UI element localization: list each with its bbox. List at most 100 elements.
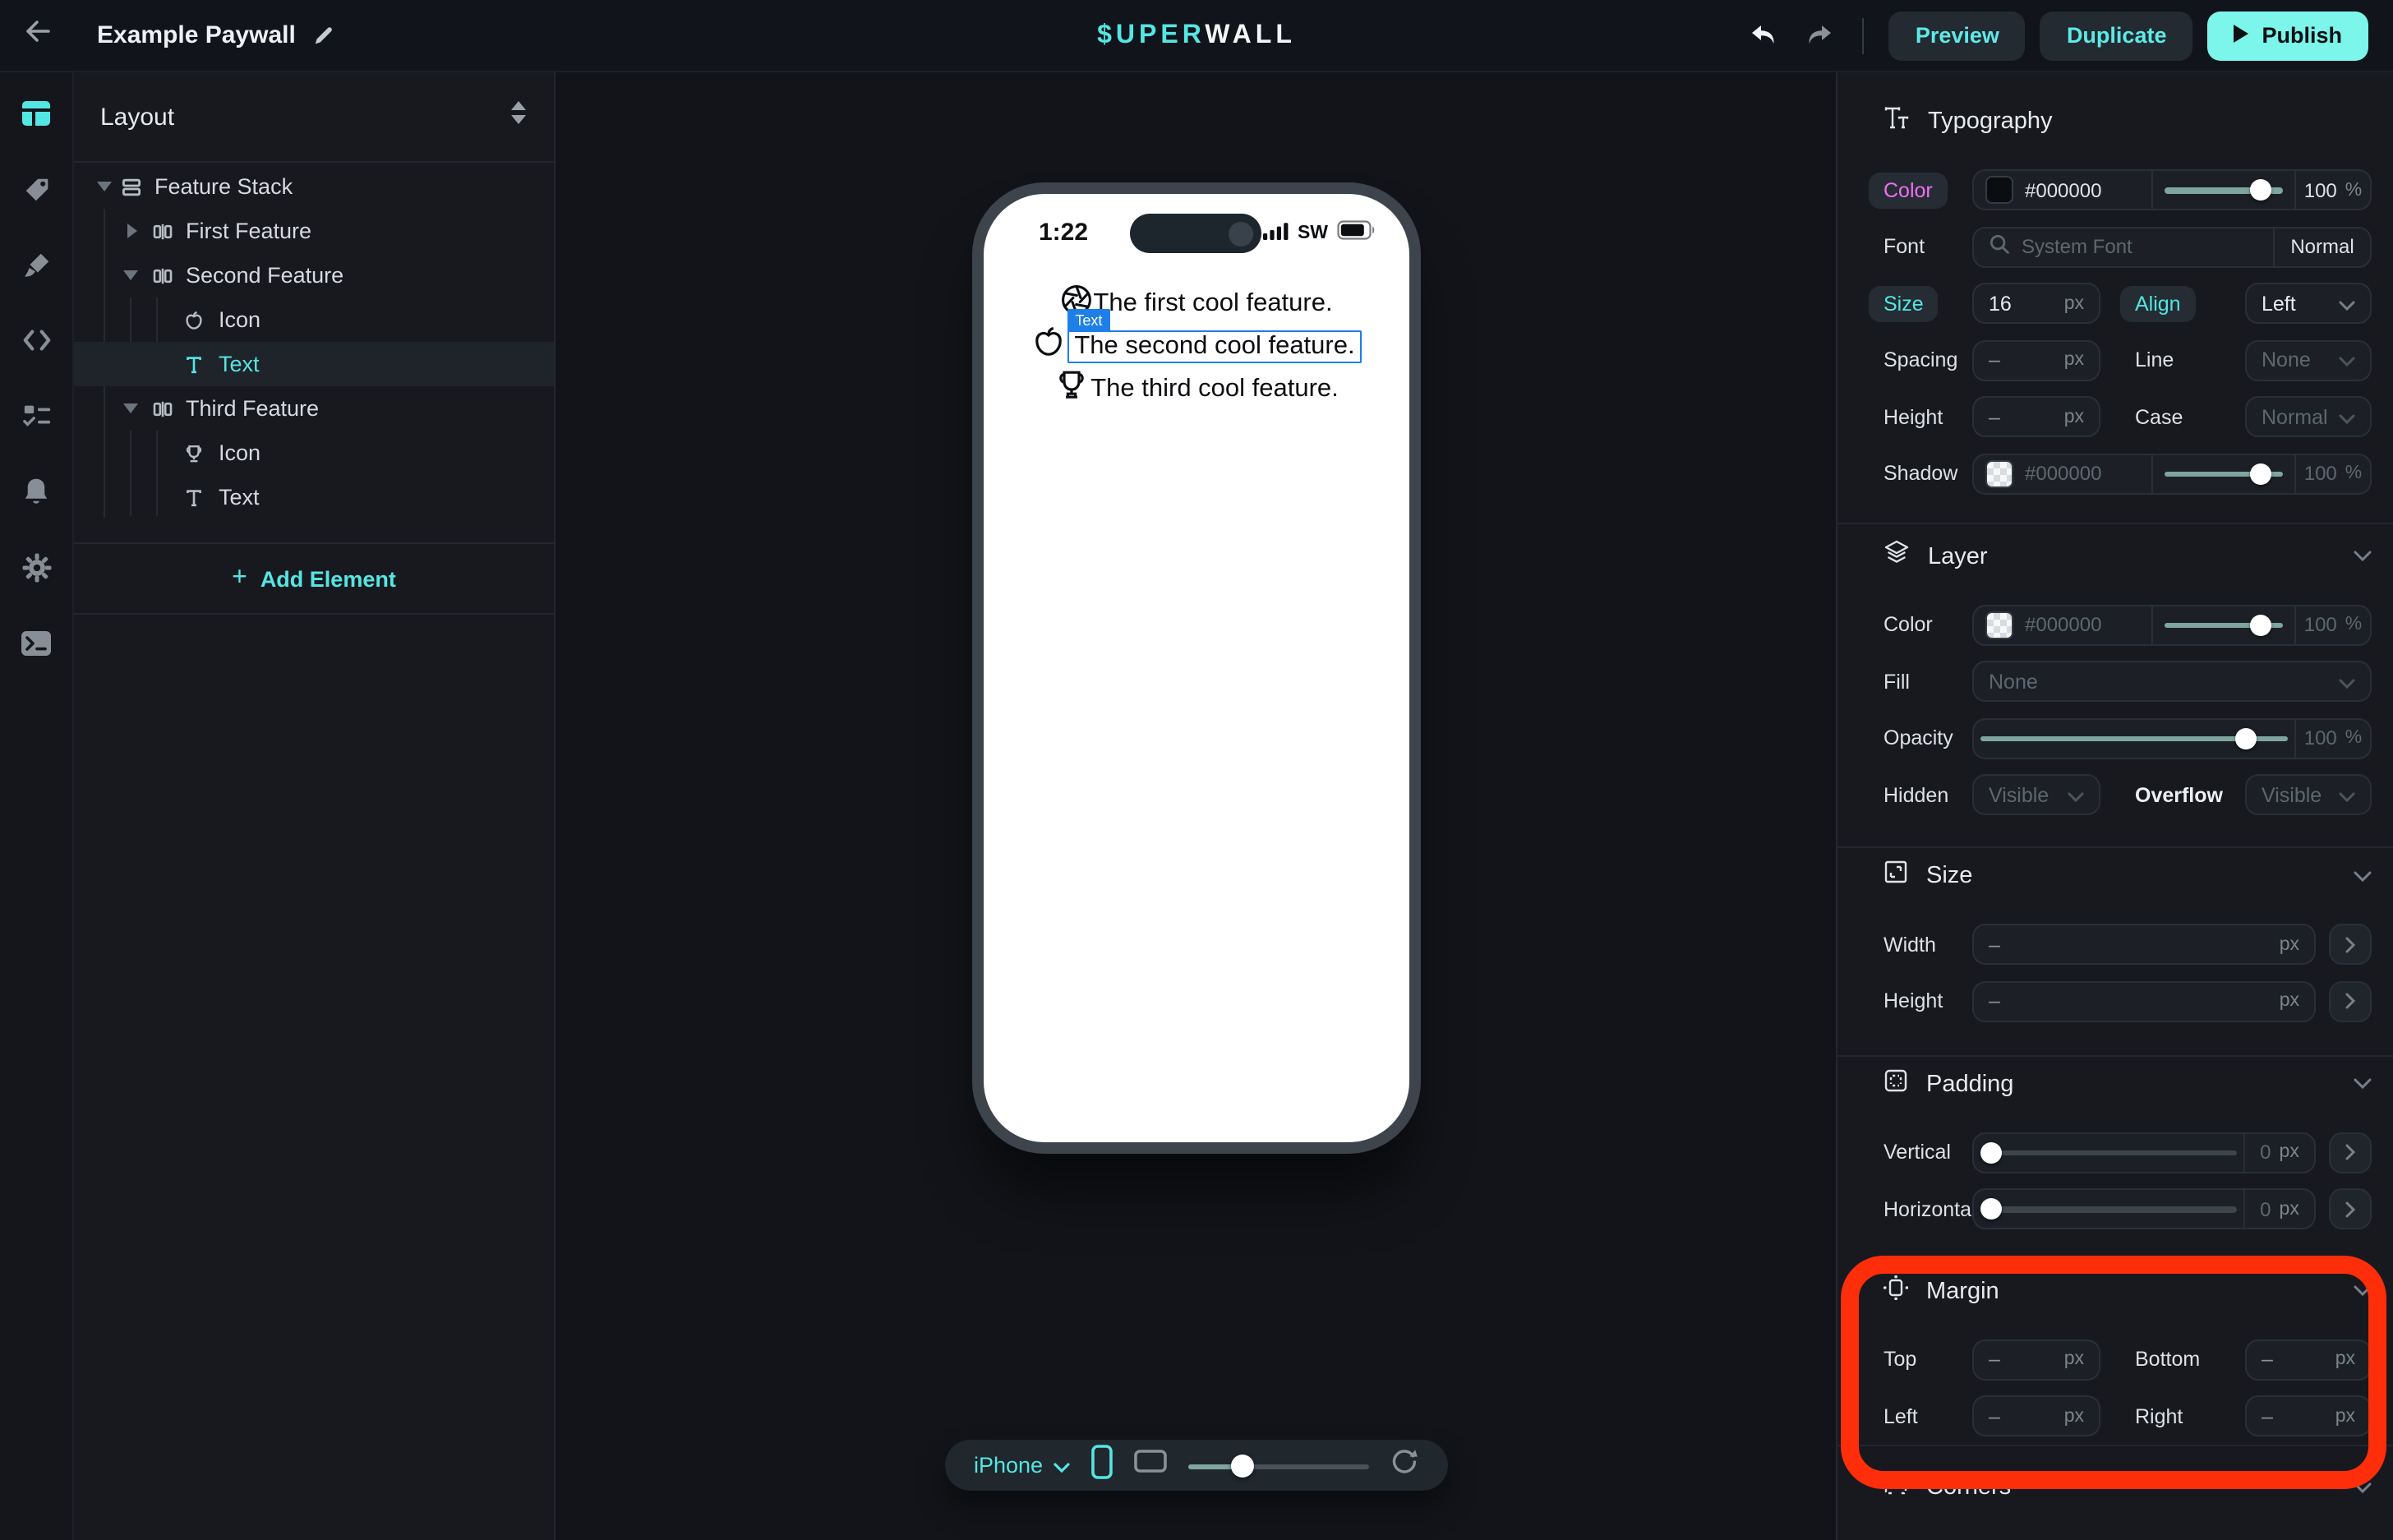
collapse-chevron-icon[interactable] <box>2354 551 2372 562</box>
text-color-hex[interactable]: #000000 <box>2025 178 2101 201</box>
fill-dropdown[interactable]: None <box>1972 661 2372 702</box>
slider-knob[interactable] <box>1980 1198 2002 1220</box>
align-dropdown[interactable]: Left <box>2245 283 2372 324</box>
height-expand-button[interactable] <box>2329 980 2372 1021</box>
refresh-icon[interactable] <box>1390 1447 1418 1483</box>
caret-down-icon[interactable] <box>122 270 138 281</box>
height-value[interactable]: – <box>1989 989 2000 1012</box>
tree-item-text[interactable]: Text <box>74 475 554 519</box>
color-swatch[interactable] <box>1985 176 2013 204</box>
shadow-hex[interactable]: #000000 <box>2025 462 2101 485</box>
margin-bottom-input[interactable]: – px <box>2245 1339 2372 1380</box>
transparent-swatch[interactable] <box>1985 459 2013 487</box>
collapse-chevron-icon[interactable] <box>2354 1285 2372 1297</box>
tree-item-icon-trophy[interactable]: Icon <box>74 431 554 475</box>
layer-opacity-slider[interactable] <box>1980 727 2288 749</box>
tree-item-feature-stack[interactable]: Feature Stack <box>74 164 554 209</box>
opacity-value[interactable]: 100 <box>2304 178 2337 201</box>
feature-row-2[interactable]: Text The second cool feature. <box>1030 327 1361 367</box>
padding-value[interactable]: 0 <box>2260 1141 2271 1164</box>
margin-left-value[interactable]: – <box>1989 1404 2000 1427</box>
back-button[interactable] <box>0 18 74 53</box>
device-select[interactable]: iPhone <box>974 1453 1069 1478</box>
width-expand-button[interactable] <box>2329 924 2372 965</box>
text-color-opacity-value[interactable]: 100 % <box>2296 178 2370 201</box>
vertical-padding-slider[interactable] <box>1980 1141 2237 1163</box>
font-size-label[interactable]: Size <box>1869 285 1939 321</box>
layer-color-field[interactable]: #000000 <box>1974 611 2151 639</box>
height-input[interactable]: – px <box>1972 980 2316 1021</box>
feature-row-3[interactable]: The third cool feature. <box>1053 370 1339 409</box>
tree-item-second-feature[interactable]: Second Feature <box>74 253 554 297</box>
layer-opacity-value[interactable]: 100 % <box>2296 726 2370 749</box>
brush-nav-icon[interactable] <box>20 248 53 281</box>
opacity-value[interactable]: 100 <box>2304 726 2337 749</box>
code-nav-icon[interactable] <box>20 324 53 357</box>
layer-color-opacity-slider[interactable] <box>2165 614 2283 635</box>
slider-knob[interactable] <box>2235 727 2257 749</box>
feature-text[interactable]: The first cool feature. <box>1093 289 1332 319</box>
portrait-device-icon[interactable] <box>1090 1444 1112 1487</box>
zoom-slider-knob[interactable] <box>1230 1454 1253 1477</box>
font-search-input[interactable]: System Font <box>1974 233 2273 260</box>
landscape-device-icon[interactable] <box>1133 1450 1166 1481</box>
checklist-nav-icon[interactable] <box>20 399 53 432</box>
slider-knob[interactable] <box>1980 1141 2002 1163</box>
tree-item-first-feature[interactable]: First Feature <box>74 209 554 253</box>
opacity-value[interactable]: 100 <box>2304 613 2337 636</box>
collapse-chevron-icon[interactable] <box>2354 1078 2372 1090</box>
height-value[interactable]: – <box>1989 405 2000 428</box>
redo-button[interactable] <box>1799 16 1838 55</box>
publish-button[interactable]: Publish <box>2207 11 2368 60</box>
layout-nav-icon[interactable] <box>20 97 53 130</box>
margin-top-value[interactable]: – <box>1989 1348 2000 1371</box>
vertical-padding-value[interactable]: 0 px <box>2245 1141 2314 1164</box>
opacity-value[interactable]: 100 <box>2304 462 2337 485</box>
vertical-padding-expand-button[interactable] <box>2329 1132 2372 1173</box>
duplicate-button[interactable]: Duplicate <box>2040 11 2193 60</box>
slider-knob[interactable] <box>2250 463 2271 484</box>
overflow-dropdown[interactable]: Visible <box>2245 774 2372 815</box>
text-color-label[interactable]: Color <box>1869 172 1948 208</box>
font-weight-select[interactable]: Normal <box>2275 235 2370 258</box>
tree-item-icon-apple[interactable]: Icon <box>74 297 554 342</box>
width-input[interactable]: – px <box>1972 924 2316 965</box>
margin-bottom-value[interactable]: – <box>2262 1348 2273 1371</box>
paywall-screen[interactable]: 1:22 SW The first cool fe <box>983 194 1409 1142</box>
width-value[interactable]: – <box>1989 933 2000 956</box>
text-color-opacity-slider[interactable] <box>2165 179 2283 201</box>
padding-value[interactable]: 0 <box>2260 1197 2271 1220</box>
feature-text-selected[interactable]: The second cool feature. <box>1074 332 1354 360</box>
text-color-swatch-field[interactable]: #000000 <box>1974 176 2151 204</box>
feature-text[interactable]: The third cool feature. <box>1090 375 1339 404</box>
sort-icon[interactable] <box>509 100 528 133</box>
line-height-input[interactable]: – px <box>1972 396 2100 437</box>
console-nav-icon[interactable] <box>20 626 53 659</box>
caret-right-icon[interactable] <box>123 224 140 238</box>
edit-title-button[interactable] <box>312 25 334 46</box>
font-size-input[interactable]: 16 px <box>1972 283 2100 324</box>
case-dropdown[interactable]: Normal <box>2245 396 2372 437</box>
shadow-opacity-slider[interactable] <box>2165 463 2283 484</box>
canvas-zoom-slider[interactable] <box>1187 1454 1368 1477</box>
caret-down-icon[interactable] <box>95 181 112 192</box>
undo-button[interactable] <box>1745 16 1784 55</box>
margin-right-value[interactable]: – <box>2262 1404 2273 1427</box>
margin-top-input[interactable]: – px <box>1972 1339 2100 1380</box>
settings-gear-nav-icon[interactable] <box>20 551 53 583</box>
collapse-chevron-icon[interactable] <box>2354 1482 2372 1493</box>
preview-button[interactable]: Preview <box>1889 11 2026 60</box>
align-label[interactable]: Align <box>2120 285 2196 321</box>
horizontal-padding-expand-button[interactable] <box>2329 1188 2372 1229</box>
line-dropdown[interactable]: None <box>2245 339 2372 380</box>
caret-down-icon[interactable] <box>122 403 138 414</box>
slider-knob[interactable] <box>2250 614 2271 635</box>
layer-color-opacity-value[interactable]: 100 % <box>2296 613 2370 636</box>
spacing-value[interactable]: – <box>1989 348 2000 371</box>
shadow-opacity-value[interactable]: 100 % <box>2296 462 2370 485</box>
horizontal-padding-slider[interactable] <box>1980 1198 2237 1220</box>
tree-item-text-selected[interactable]: Text <box>74 342 554 386</box>
collapse-chevron-icon[interactable] <box>2354 870 2372 882</box>
transparent-swatch[interactable] <box>1985 611 2013 639</box>
margin-left-input[interactable]: – px <box>1972 1395 2100 1436</box>
